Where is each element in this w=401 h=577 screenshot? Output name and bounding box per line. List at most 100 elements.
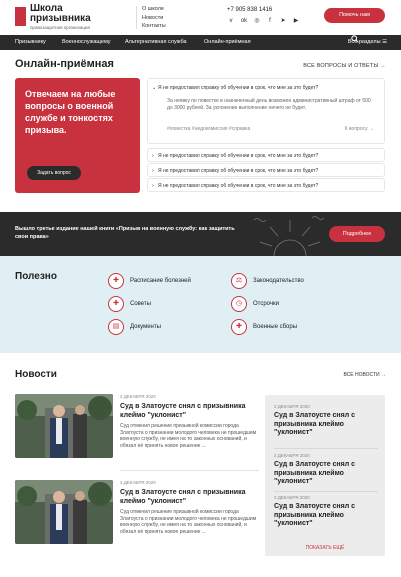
side-news-headline[interactable]: Суд в Златоусте снял с призывника клеймо…: [274, 461, 378, 487]
side-news-date: 2 ДЕКАБРЯ 2020: [274, 453, 310, 458]
phone-number[interactable]: +7 905 838 1416: [227, 7, 272, 13]
faq-tags[interactable]: #повестка #недокомиссия #справка: [167, 126, 250, 132]
side-news-item[interactable]: 2 ДЕКАБРЯ 2020 Суд в Златоусте снял с пр…: [274, 404, 378, 438]
nav-item-online[interactable]: Онлайн-приёмная: [204, 35, 251, 50]
useful-item[interactable]: ◷ Отсрочки: [231, 296, 279, 312]
nav-item-alternative[interactable]: Альтернативная служба: [125, 35, 187, 50]
ask-card-text: Отвечаем на любые вопросы о военной служ…: [25, 89, 116, 135]
nav-item-serviceman[interactable]: Военнослужащему: [62, 35, 111, 50]
side-news-date: 2 ДЕКАБРЯ 2020: [274, 404, 310, 409]
nav-item-conscript[interactable]: Призывнику: [15, 35, 46, 50]
telegram-icon[interactable]: ➤: [279, 17, 287, 25]
news-photo[interactable]: [15, 394, 113, 458]
link-contacts[interactable]: Контакты: [142, 22, 166, 31]
chevron-right-icon: ›: [152, 153, 154, 159]
clock-icon: ◷: [231, 296, 247, 312]
news-excerpt: Суд отменил решение призывной комиссии г…: [120, 509, 257, 535]
book-banner: Вышло третье издание нашей книги «Призыв…: [0, 212, 401, 256]
top-links: О школе Новости Контакты: [142, 5, 166, 31]
side-news-headline[interactable]: Суд в Златоусте снял с призывника клеймо…: [274, 503, 378, 529]
useful-item-label: Документы: [130, 324, 161, 330]
side-news-item[interactable]: 2 ДЕКАБРЯ 2020 Суд в Златоусте снял с пр…: [274, 495, 378, 529]
logo-subtitle: правозащитная организация: [30, 25, 90, 30]
news-excerpt: Суд отменил решение призывной комиссии г…: [120, 423, 257, 449]
link-about[interactable]: О школе: [142, 5, 166, 14]
show-more-button[interactable]: ПОКАЗАТЬ ЕЩЁ: [265, 545, 385, 551]
faq-question: Я не предоставил справку об обучении в с…: [158, 168, 319, 174]
faq-question: Я не предоставил справку об обучении в с…: [158, 85, 319, 91]
news-card[interactable]: 2 ДЕКАБРЯ 2020 Суд в Златоусте снял с пр…: [15, 394, 259, 464]
all-sections-label: Все разделы: [347, 39, 381, 45]
useful-item[interactable]: ✚ Военные сборы: [231, 319, 297, 335]
useful-item[interactable]: ⚖ Законодательство: [231, 273, 304, 289]
all-questions-link[interactable]: ВСЕ ВОПРОСЫ И ОТВЕТЫ →: [303, 63, 386, 69]
faq-item-open[interactable]: ⌄ Я не предоставил справку об обучении в…: [147, 78, 385, 144]
side-news-headline[interactable]: Суд в Златоусте снял с призывника клеймо…: [274, 412, 378, 438]
faq-question: Я не предоставил справку об обучении в с…: [158, 153, 319, 159]
chevron-right-icon: ›: [152, 168, 154, 174]
document-icon: ▤: [108, 319, 124, 335]
site-header: Школа призывника правозащитная организац…: [0, 0, 401, 34]
useful-section: Полезно ✚ Расписание болезней ⚖ Законода…: [0, 256, 401, 353]
useful-item-label: Расписание болезней: [130, 278, 191, 284]
faq-item[interactable]: › Я не предоставил справку об обучении в…: [147, 148, 385, 162]
arrow-right-icon: →: [380, 63, 386, 69]
social-links: v ok ◎ f ➤ ▶: [227, 17, 300, 25]
all-news-label: ВСЕ НОВОСТИ: [343, 372, 380, 378]
faq-item[interactable]: › Я не предоставил справку об обучении в…: [147, 178, 385, 192]
all-news-link[interactable]: ВСЕ НОВОСТИ →: [343, 372, 386, 378]
more-button[interactable]: Подробнее: [329, 226, 385, 242]
to-question-label: К вопросу: [344, 126, 368, 132]
help-button[interactable]: Помочь нам: [324, 8, 385, 23]
side-news-date: 2 ДЕКАБРЯ 2020: [274, 495, 310, 500]
useful-item-label: Военные сборы: [253, 324, 298, 330]
to-question-link[interactable]: К вопросу →: [345, 126, 374, 132]
news-headline[interactable]: Суд в Златоусте снял с призывника клеймо…: [120, 489, 260, 506]
main-nav: Призывнику Военнослужащему Альтернативна…: [0, 35, 401, 50]
all-questions-label: ВСЕ ВОПРОСЫ И ОТВЕТЫ: [303, 63, 379, 69]
plus-icon: ✚: [108, 296, 124, 312]
divider: [274, 491, 378, 492]
faq-answer: За неявку по повестке в назначенный день…: [167, 98, 371, 111]
plus-icon: ✚: [231, 319, 247, 335]
sun-illustration: [253, 216, 325, 256]
useful-item-label: Советы: [130, 301, 151, 307]
law-icon: ⚖: [231, 273, 247, 289]
chevron-right-icon: ›: [152, 183, 154, 189]
logo-icon[interactable]: [15, 7, 26, 26]
arrow-right-icon: →: [381, 372, 386, 378]
odnoklassniki-icon[interactable]: ok: [240, 17, 248, 25]
useful-item[interactable]: ✚ Расписание болезней: [108, 273, 191, 289]
ask-question-button[interactable]: Задать вопрос: [27, 166, 81, 180]
youtube-icon[interactable]: ▶: [292, 17, 300, 25]
chevron-down-icon: ⌄: [152, 85, 157, 91]
logo-title[interactable]: Школа призывника: [30, 4, 120, 24]
banner-text: Вышло третье издание нашей книги «Призыв…: [15, 226, 235, 240]
news-date: 2 ДЕКАБРЯ 2020: [120, 480, 156, 485]
ask-card: Отвечаем на любые вопросы о военной служ…: [15, 78, 140, 193]
news-photo[interactable]: [15, 480, 113, 544]
useful-title: Полезно: [15, 271, 57, 282]
news-title: Новости: [15, 369, 57, 380]
all-sections-menu[interactable]: Все разделы ☰: [348, 35, 387, 50]
vk-icon[interactable]: v: [227, 17, 235, 25]
hamburger-icon: ☰: [382, 39, 387, 45]
link-news[interactable]: Новости: [142, 14, 166, 23]
faq-question: Я не предоставил справку об обучении в с…: [158, 183, 319, 189]
divider: [274, 448, 378, 449]
divider: [136, 6, 137, 29]
divider: [120, 470, 259, 471]
side-news-item[interactable]: 2 ДЕКАБРЯ 2020 Суд в Златоусте снял с пр…: [274, 453, 378, 487]
useful-item[interactable]: ▤ Документы: [108, 319, 161, 335]
plus-icon: ✚: [108, 273, 124, 289]
instagram-icon[interactable]: ◎: [253, 17, 261, 25]
arrow-right-icon: →: [369, 126, 374, 132]
news-date: 2 ДЕКАБРЯ 2020: [120, 394, 156, 399]
useful-item-label: Отсрочки: [253, 301, 279, 307]
faq-item[interactable]: › Я не предоставил справку об обучении в…: [147, 163, 385, 177]
news-card[interactable]: 2 ДЕКАБРЯ 2020 Суд в Златоусте снял с пр…: [15, 480, 259, 550]
news-headline[interactable]: Суд в Златоусте снял с призывника клеймо…: [120, 403, 260, 420]
useful-item[interactable]: ✚ Советы: [108, 296, 151, 312]
facebook-icon[interactable]: f: [266, 17, 274, 25]
news-sidebar: 2 ДЕКАБРЯ 2020 Суд в Златоусте снял с пр…: [265, 395, 385, 556]
